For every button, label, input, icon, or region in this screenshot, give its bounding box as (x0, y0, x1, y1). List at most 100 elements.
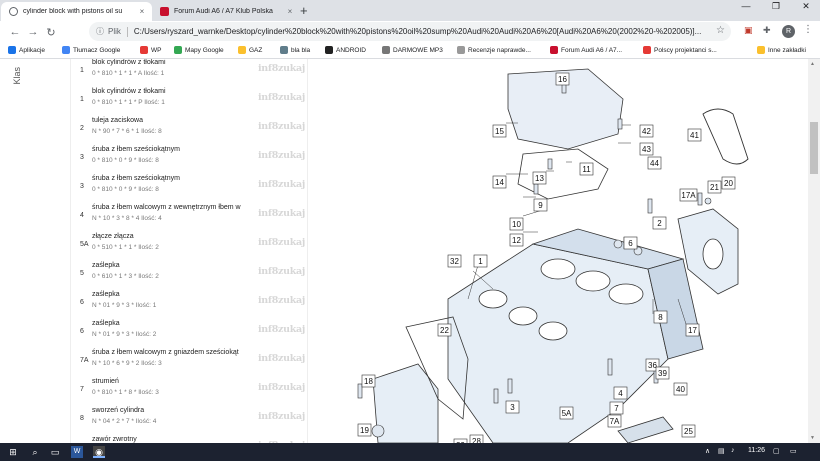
scrollbar[interactable]: ▲ ▼ (808, 59, 820, 443)
callout-label: 12 (509, 233, 524, 247)
battery-icon[interactable]: ▭ (790, 447, 797, 455)
part-list-item[interactable]: 7A śruba z łbem walcowym z gniazdem sześc… (71, 349, 309, 378)
part-number-label: 7 (80, 386, 84, 393)
word-app-icon[interactable]: W (71, 446, 83, 458)
watermark: inf8zukaj (258, 208, 305, 219)
callout-number: 2 (657, 219, 662, 228)
part-code: 0 * 810 * 0 * 9 * Ilość: 8 (92, 157, 159, 164)
watermark: inf8zukaj (258, 353, 305, 364)
part-list-item[interactable]: 8 sworzeń cylindra N * 04 * 2 * 7 * Ilość:… (71, 407, 309, 436)
callout-label: 6 (623, 236, 638, 250)
url-text[interactable]: C:/Users/ryszard_warnke/Desktop/cylinder… (134, 27, 701, 36)
bookmark-recenzje[interactable]: Recenzje naprawde... (457, 46, 531, 54)
bookmark-projektanci[interactable]: Polscy projektanci s... (643, 46, 717, 54)
info-icon[interactable]: ⓘ (96, 26, 104, 37)
android-s-icon (325, 46, 333, 54)
callout-number: 11 (582, 165, 591, 174)
watermark: inf8zukaj (258, 324, 305, 335)
callout-number: 4 (618, 389, 623, 398)
callout-label: 11 (579, 162, 594, 176)
bookmark-mapy[interactable]: Mapy Google (174, 46, 224, 54)
network-icon[interactable]: ▤ (718, 447, 725, 455)
bookmark-android[interactable]: ANDROID (325, 46, 366, 54)
callout-number: 22 (440, 326, 449, 335)
bookmark-tlumacz[interactable]: Tłumacz Google (62, 46, 120, 54)
callout-label: 8 (653, 310, 668, 324)
extensions-puzzle-icon[interactable]: ✚ (763, 25, 771, 36)
part-list-item[interactable]: 2 tuleja zaciskowa N * 90 * 7 * 6 * 1 Iloś… (71, 117, 309, 146)
tab-cylinder-block[interactable]: cylinder block with pistons oil su × (1, 2, 152, 21)
part-name: zaślepka (92, 291, 120, 298)
part-list-item[interactable]: 1 blok cylindrów z tłokami 0 * 810 * 1 * 1… (71, 88, 309, 117)
callout-number: 6 (628, 239, 633, 248)
bookmark-gaz[interactable]: GAZ (238, 46, 262, 54)
part-list-item[interactable]: 5A złącze złącza 0 * 510 * 1 * 1 * Ilość: … (71, 233, 309, 262)
bolt (507, 378, 513, 394)
tab-forum-audi[interactable]: Forum Audi A6 / A7 Klub Polska × (152, 2, 300, 21)
search-icon[interactable]: ⌕ (29, 446, 41, 458)
callout-label: 10 (509, 217, 524, 231)
close-window-button[interactable]: ✕ (796, 1, 816, 12)
volume-icon[interactable]: ♪ (731, 447, 735, 454)
back-button[interactable]: ← (6, 26, 24, 38)
forum-favicon-icon (550, 46, 558, 54)
tab-close-icon[interactable]: × (137, 7, 147, 16)
cylinder-bore (478, 289, 508, 309)
callout-label: 32 (447, 254, 462, 268)
sidebar-label: Klas (12, 67, 22, 85)
part-list-item[interactable]: 3 śruba z łbem sześciokątnym 0 * 810 * 0 *… (71, 146, 309, 175)
bookmark-forum-audi[interactable]: Forum Audi A6 / A7... (550, 46, 622, 54)
tray-expand-icon[interactable]: ∧ (705, 447, 710, 455)
part-name: strumień (92, 378, 119, 385)
minimize-button[interactable]: — (736, 1, 756, 11)
address-bar[interactable]: ⓘ Plik C:/Users/ryszard_warnke/Desktop/c… (89, 22, 731, 41)
part-list-item[interactable]: 1 blok cylindrów z tłokami 0 * 810 * 1 * 1… (71, 59, 309, 88)
cylinder-bore (608, 283, 644, 305)
part-list-item[interactable]: 6 zaślepka N * 01 * 9 * 3 * Ilość: 2 inf8zu… (71, 320, 309, 349)
apps-grid-icon (8, 46, 16, 54)
scroll-up-icon[interactable]: ▲ (810, 61, 815, 67)
part-name: złącze złącza (92, 233, 134, 240)
part-list-item[interactable]: 3 śruba z łbem sześciokątnym 0 * 810 * 0 *… (71, 175, 309, 204)
task-view-icon[interactable]: ▭ (49, 446, 61, 458)
tab-title: Forum Audi A6 / A7 Klub Polska (174, 8, 273, 15)
part-list-item[interactable]: 4 śruba z łbem walcowym z wewnętrznym łbe… (71, 204, 309, 233)
bookmark-apps[interactable]: Aplikacje (8, 46, 45, 54)
forward-button[interactable]: → (24, 26, 42, 38)
callout-label: 39 (655, 366, 670, 380)
pdf-extension-icon[interactable]: ▣ (744, 25, 753, 36)
bookmark-mp3[interactable]: DARMOWE MP3 (382, 46, 443, 54)
menu-kebab-icon[interactable]: ⋮ (803, 24, 813, 35)
part-number-label: 7A (80, 357, 89, 364)
bookmark-blabla[interactable]: bla bla (280, 46, 310, 54)
bookmark-wp[interactable]: WP (140, 46, 161, 54)
scrollbar-thumb[interactable] (810, 122, 818, 174)
callout-number: 12 (512, 236, 521, 245)
part-list-item[interactable]: 6 zaślepka N * 01 * 9 * 3 * Ilość: 1 inf8zu… (71, 291, 309, 320)
scroll-down-icon[interactable]: ▼ (810, 435, 815, 441)
bookmark-star-icon[interactable]: ☆ (716, 25, 725, 36)
notifications-icon[interactable]: ▢ (773, 447, 780, 455)
bookmark-inne[interactable]: Inne zakładki (757, 46, 806, 54)
callout-number: 32 (450, 257, 459, 266)
part-list-item[interactable]: 7 strumień 0 * 810 * 1 * 8 * Ilość: 3 inf8z… (71, 378, 309, 407)
callout-number: 39 (658, 369, 667, 378)
part-list-item[interactable]: 9zawór zwrotnyinf8zukaj (71, 436, 309, 443)
part-list-item[interactable]: 5 zaślepka 0 * 610 * 1 * 3 * Ilość: 2 inf8z… (71, 262, 309, 291)
callout-label: 42 (639, 124, 654, 138)
profile-avatar[interactable]: R (782, 25, 795, 38)
callout-number: 41 (690, 131, 699, 140)
callout-label: 21 (707, 180, 722, 194)
callout-label: 7A (607, 414, 622, 428)
new-tab-button[interactable]: + (300, 3, 308, 18)
windows-start-icon[interactable]: ⊞ (7, 446, 19, 458)
reload-button[interactable]: ↻ (42, 26, 60, 39)
clock[interactable]: 11:26 (748, 447, 765, 454)
callout-label: 2 (652, 216, 667, 230)
browser-window: { "tabs": [ {"title": "cylinder block wi… (0, 0, 820, 461)
callout-number: 10 (512, 220, 521, 229)
chrome-app-icon[interactable]: ◉ (93, 446, 105, 458)
maximize-button[interactable]: ❐ (766, 1, 786, 12)
part-name: tuleja zaciskowa (92, 117, 143, 124)
tab-close-icon[interactable]: × (285, 7, 295, 16)
